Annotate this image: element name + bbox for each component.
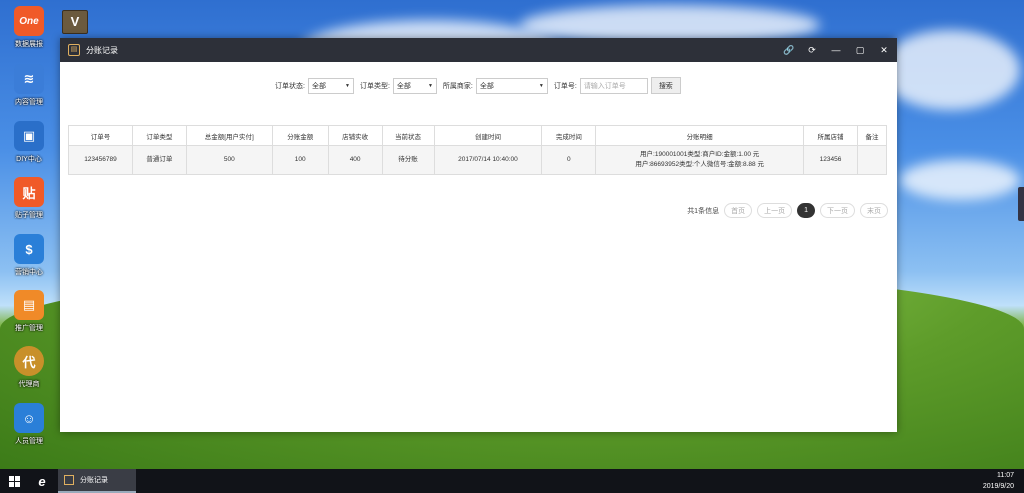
cell-order-type: 普通订单 (131, 145, 187, 175)
desktop-item-label: 人员管理 (15, 438, 43, 445)
next-page-button[interactable]: 下一页 (820, 203, 855, 218)
windows-logo-icon (8, 475, 20, 487)
cell-order-no: 123456789 (68, 145, 133, 175)
layers-icon: ≋ (14, 64, 44, 94)
column-header[interactable]: 备注 (856, 125, 888, 146)
desktop-item-label: 内容管理 (15, 99, 43, 106)
system-clock[interactable]: 11:07 2019/9/20 (983, 470, 1014, 492)
cell-created: 2017/07/14 10:40:00 (433, 145, 543, 175)
column-header[interactable]: 当前状态 (381, 125, 435, 146)
chevron-down-icon: ▼ (345, 82, 350, 89)
promotion-icon: ▤ (14, 290, 44, 320)
desktop-item-label: 营销中心 (15, 269, 43, 276)
desktop-item-promotion[interactable]: ▤ 推广管理 (0, 290, 58, 333)
refresh-icon[interactable]: ⟳ (807, 45, 817, 56)
dollar-icon: $ (14, 234, 44, 264)
column-header[interactable]: 订单类型 (131, 125, 187, 146)
cell-split: 100 (271, 145, 329, 175)
first-page-button[interactable]: 首页 (724, 203, 753, 218)
column-header[interactable]: 分账明细 (595, 125, 805, 146)
close-icon[interactable]: ✕ (879, 45, 889, 56)
current-page-button[interactable]: 1 (797, 203, 815, 218)
desktop-item-diy[interactable]: ▣ DIY中心 (0, 121, 58, 164)
pagination: 共1条信息 首页 上一页 1 下一页 末页 (687, 203, 888, 218)
app-icon: ▤ (68, 44, 80, 56)
start-button[interactable] (0, 475, 28, 487)
order-status-label: 订单状态: (275, 82, 305, 90)
cell-note (856, 145, 888, 175)
column-header[interactable]: 分账金额 (271, 125, 329, 146)
agent-icon: 代 (14, 346, 44, 376)
detail-line: 用户:86693952类型:个人微信号:金额:8.88 元 (635, 161, 764, 168)
merchant-select[interactable]: 全部 ▼ (475, 77, 548, 94)
order-status-select[interactable]: 全部 ▼ (307, 77, 354, 94)
order-no-input[interactable]: 请输入订单号 (579, 77, 648, 94)
app-icon (64, 475, 74, 485)
one-app-icon: One (14, 6, 44, 36)
merchant-label: 所属商家: (442, 82, 473, 90)
desktop-item-staff[interactable]: ☺ 人员管理 (0, 403, 58, 446)
clock-time: 11:07 (997, 472, 1014, 479)
total-count: 共1条信息 (687, 207, 720, 215)
cell-detail: 用户:190001001类型:商户ID:金额:1.00 元 用户:8669395… (595, 145, 805, 175)
cell-total: 500 (185, 145, 273, 175)
desktop-item-content[interactable]: ≋ 内容管理 (0, 64, 58, 107)
monitor-icon: ▣ (14, 121, 44, 151)
desktop-item-posts[interactable]: 贴 贴子管理 (0, 177, 58, 220)
cell-finished: 0 (541, 145, 597, 175)
merchant-value: 全部 (479, 82, 494, 90)
taskbar: e 分账记录 11:07 2019/9/20 (0, 469, 1024, 493)
column-header[interactable]: 订单号 (68, 125, 133, 146)
order-type-select[interactable]: 全部 ▼ (392, 77, 437, 94)
cell-store-income: 400 (327, 145, 383, 175)
users-icon: ☺ (14, 403, 44, 433)
split-records-window: ▤ 分账记录 🔗 ⟳ — ▢ ✕ 订单状态: 全部 ▼ 订单类型: 全部 ▼ 所属商… (60, 38, 897, 432)
desktop-item-label: 代理商 (18, 381, 40, 388)
link-icon[interactable]: 🔗 (783, 45, 794, 56)
desktop-item-label: DIY中心 (16, 156, 42, 163)
order-type-value: 全部 (396, 82, 411, 90)
split-records-table: 订单号 订单类型 总金额[用户实付] 分账金额 店铺实收 当前状态 创建时间 完… (68, 125, 888, 175)
column-header[interactable]: 所属店铺 (803, 125, 858, 146)
table-row[interactable]: 123456789 普通订单 500 100 400 待分账 2017/07/1… (68, 145, 888, 175)
ie-browser-icon[interactable]: e (28, 474, 56, 489)
detail-line: 用户:190001001类型:商户ID:金额:1.00 元 (640, 151, 760, 158)
side-handle[interactable] (1018, 187, 1024, 221)
desktop-item-marketing[interactable]: $ 营销中心 (0, 234, 58, 277)
column-header[interactable]: 店铺实收 (327, 125, 383, 146)
desktop-item-label: 推广管理 (15, 325, 43, 332)
cell-status: 待分账 (381, 145, 435, 175)
last-page-button[interactable]: 末页 (860, 203, 888, 218)
column-header[interactable]: 总金额[用户实付] (185, 125, 273, 146)
desktop-item-data[interactable]: One 数据展报 (0, 6, 58, 49)
window-title: 分账记录 (86, 45, 118, 55)
desktop-item-label: 数据展报 (15, 41, 43, 48)
desktop-item-label: 贴子管理 (15, 212, 43, 219)
minimize-icon[interactable]: — (831, 45, 841, 55)
desktop-item-agent[interactable]: 代 代理商 (0, 346, 58, 389)
clock-date: 2019/9/20 (982, 483, 1014, 490)
window-titlebar[interactable]: ▤ 分账记录 🔗 ⟳ — ▢ ✕ (60, 38, 897, 62)
column-header[interactable]: 创建时间 (433, 125, 543, 146)
post-icon: 贴 (14, 177, 44, 207)
chevron-down-icon: ▼ (538, 82, 544, 89)
order-status-value: 全部 (311, 82, 326, 90)
cell-store: 123456 (803, 145, 858, 175)
column-header[interactable]: 完成时间 (541, 125, 597, 146)
order-no-label: 订单号: (553, 82, 577, 90)
filter-bar: 订单状态: 全部 ▼ 订单类型: 全部 ▼ 所属商家: 全部 ▼ 订单号: 请输入订单… (275, 77, 681, 94)
task-label: 分账记录 (80, 477, 108, 484)
chevron-down-icon: ▼ (427, 82, 433, 89)
taskbar-task-split-records[interactable]: 分账记录 (58, 469, 136, 493)
order-type-label: 订单类型: (359, 82, 390, 90)
prev-page-button[interactable]: 上一页 (757, 203, 793, 218)
maximize-icon[interactable]: ▢ (855, 45, 865, 56)
table-header-row: 订单号 订单类型 总金额[用户实付] 分账金额 店铺实收 当前状态 创建时间 完… (68, 125, 888, 146)
folder-shortcut-icon[interactable]: V (62, 10, 88, 34)
search-button[interactable]: 搜索 (650, 77, 681, 94)
